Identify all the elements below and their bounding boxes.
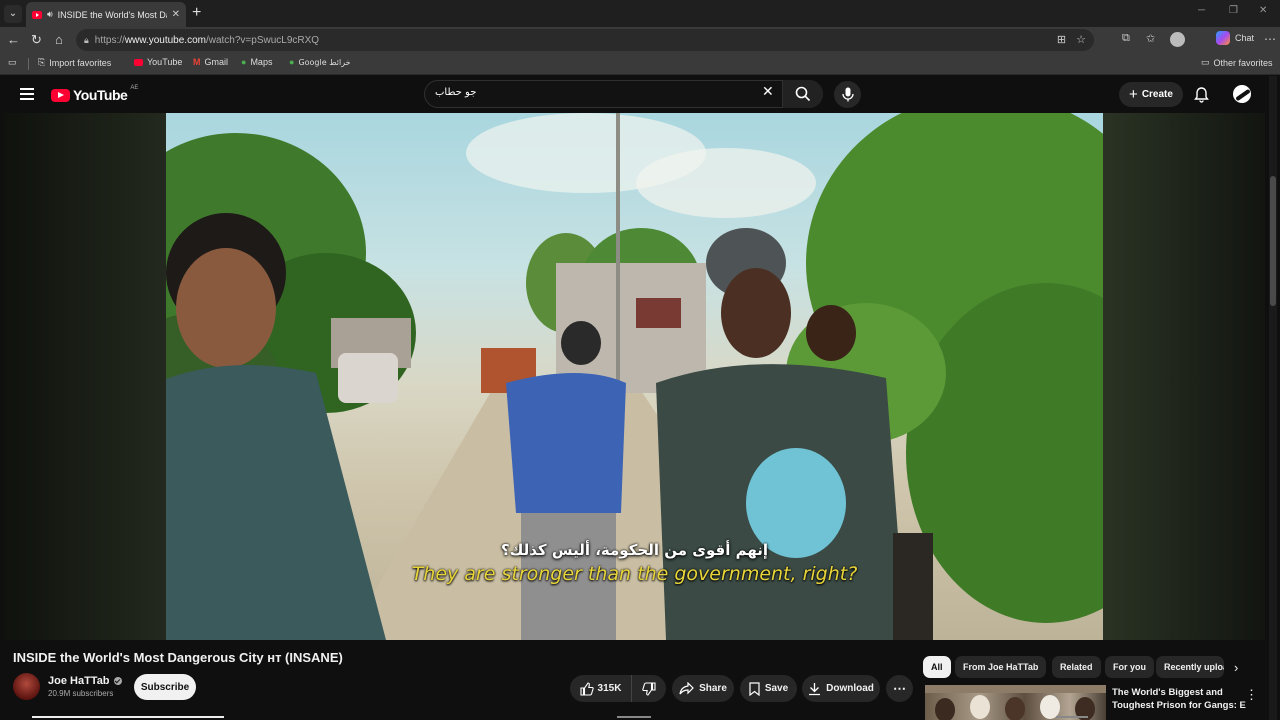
verified-check-icon	[113, 677, 122, 685]
home-icon[interactable]: ⌂	[55, 32, 63, 48]
create-button[interactable]: + Create	[1119, 82, 1183, 107]
apps-icon[interactable]: ⊞	[1057, 33, 1066, 46]
address-row: ← ↻ ⌂ 🔒︎ https://www.youtube.com/watch?v…	[0, 27, 1280, 53]
save-button[interactable]: Save	[740, 675, 797, 702]
bookmark-separator	[28, 58, 29, 70]
microphone-icon	[841, 87, 854, 102]
channel-name: Joe HaTTab	[48, 675, 110, 687]
chip-from-channel[interactable]: From Joe HaTTab	[955, 656, 1047, 678]
download-button[interactable]: Download	[802, 675, 880, 702]
youtube-favicon-icon	[32, 10, 42, 19]
bookmark-gmail[interactable]: M Gmail	[193, 57, 228, 67]
favorites-icon[interactable]: ✩	[1146, 32, 1155, 45]
back-icon[interactable]: ←	[7, 32, 20, 48]
country-code: AE	[130, 85, 139, 91]
more-actions-button[interactable]: ⋯	[886, 675, 913, 702]
search-input[interactable]	[435, 87, 755, 98]
bookmark-other-favorites[interactable]: ▭ Other favorites	[1201, 57, 1273, 68]
download-icon	[809, 682, 821, 695]
youtube-icon	[134, 58, 143, 66]
bookmark-import-favorites[interactable]: ⎘ Import favorites	[38, 57, 111, 68]
tab-close-icon[interactable]: ✕	[172, 9, 180, 20]
more-horizontal-icon: ⋯	[893, 680, 906, 696]
lock-icon[interactable]: 🔒︎	[84, 35, 89, 46]
menu-icon[interactable]	[20, 88, 34, 100]
reload-icon[interactable]: ↻	[31, 32, 42, 48]
reading-view-icon[interactable]: ▭	[8, 57, 17, 68]
bottom-mark	[1056, 716, 1088, 718]
youtube-play-icon	[51, 88, 70, 102]
url-text[interactable]: https://www.youtube.com/watch?v=pSwucL9c…	[95, 35, 319, 46]
page-scrollbar[interactable]	[1269, 76, 1277, 720]
chip-for-you[interactable]: For you	[1105, 656, 1154, 678]
more-vertical-icon[interactable]: ⋮	[1245, 687, 1258, 703]
share-button[interactable]: Share	[672, 675, 734, 702]
chevron-right-icon[interactable]: ›	[1234, 660, 1238, 675]
thumbs-down-icon	[642, 681, 656, 696]
clear-search-icon[interactable]: ✕	[762, 84, 774, 98]
notifications-bell-icon[interactable]	[1194, 87, 1209, 103]
bookmark-youtube[interactable]: YouTube	[134, 57, 182, 67]
browser-menu-icon[interactable]: ⋯	[1264, 32, 1276, 46]
map-pin-icon: ●	[241, 57, 247, 67]
copilot-chat-button[interactable]: Chat	[1216, 31, 1254, 45]
thumbs-up-icon	[579, 681, 594, 696]
account-avatar[interactable]	[1233, 85, 1251, 103]
import-icon: ⎘	[38, 57, 46, 67]
bookmark-save-icon	[749, 681, 760, 696]
chip-related[interactable]: Related	[1052, 656, 1101, 678]
thumbnail-image	[925, 685, 1106, 720]
extensions-icon[interactable]: ⧉	[1122, 32, 1130, 45]
voice-search-button[interactable]	[834, 81, 861, 108]
like-dislike-group: 315K	[570, 675, 666, 702]
favorite-star-icon[interactable]: ☆	[1076, 33, 1086, 46]
bookmark-google-maps[interactable]: ● Google خرائط	[289, 57, 351, 67]
chip-recently-uploaded[interactable]: Recently uploaded	[1156, 656, 1224, 678]
browser-tab-strip: ⌄ 🔊︎ INSIDE the World's Most Dangerous C…	[0, 0, 1280, 27]
ambient-glow-left	[3, 113, 166, 640]
gmail-icon: M	[193, 57, 201, 67]
tab-title: INSIDE the World's Most Dangerous City	[57, 9, 167, 20]
like-count: 315K	[597, 683, 622, 694]
window-close-icon[interactable]: ✕	[1259, 5, 1267, 16]
map-pin-icon: ●	[289, 57, 295, 67]
caption-english: They are stronger than the government, r…	[411, 563, 858, 585]
channel-avatar[interactable]	[13, 673, 40, 700]
chip-all[interactable]: All	[923, 656, 951, 678]
maximize-icon[interactable]: ❐	[1229, 5, 1238, 16]
youtube-header: YouTube AE ✕ + Create	[0, 76, 1280, 113]
chat-label: Chat	[1235, 33, 1255, 43]
bookmark-maps[interactable]: ● Maps	[241, 57, 272, 67]
new-tab-button[interactable]: +	[192, 4, 201, 22]
plus-icon: +	[1129, 85, 1138, 103]
address-bar[interactable]: 🔒︎ https://www.youtube.com/watch?v=pSwuc…	[76, 29, 1094, 51]
like-button[interactable]: 315K	[570, 675, 632, 702]
video-title: INSIDE the World's Most Dangerous City ʜ…	[13, 650, 343, 665]
folder-icon: ▭	[1201, 57, 1210, 67]
subscriber-count: 20.9M subscribers	[48, 689, 114, 698]
video-player[interactable]: إنهم أقوى من الحكومة، أليس كذلك؟ They ar…	[166, 113, 1103, 640]
profile-avatar[interactable]	[1170, 32, 1185, 47]
share-arrow-icon	[679, 682, 694, 695]
ambient-glow-right	[1103, 113, 1265, 640]
search-icon	[795, 86, 811, 102]
caption-arabic: إنهم أقوى من الحكومة، أليس كذلك؟	[500, 541, 769, 559]
copilot-icon	[1216, 31, 1230, 45]
channel-name-link[interactable]: Joe HaTTab	[48, 675, 122, 687]
minimize-icon[interactable]: ─	[1198, 5, 1205, 16]
recommended-title[interactable]: The World's Biggest and Toughest Prison …	[1112, 686, 1246, 712]
recommended-thumbnail[interactable]	[925, 685, 1106, 720]
audio-playing-icon[interactable]: 🔊︎	[47, 9, 53, 20]
bottom-mark	[617, 716, 651, 718]
search-button[interactable]	[782, 80, 823, 108]
youtube-logo[interactable]: YouTube AE	[51, 85, 139, 103]
browser-tab-active[interactable]: 🔊︎ INSIDE the World's Most Dangerous Cit…	[26, 2, 186, 27]
bookmarks-bar: ▭ ⎘ Import favorites YouTube M Gmail ● M…	[0, 53, 1280, 75]
tab-list-button[interactable]: ⌄	[4, 5, 22, 23]
dislike-button[interactable]	[632, 675, 666, 702]
subscribe-button[interactable]: Subscribe	[134, 674, 196, 700]
caption-overlay: إنهم أقوى من الحكومة، أليس كذلك؟ They ar…	[166, 541, 1103, 585]
bottom-scroll-indicator	[32, 716, 224, 718]
